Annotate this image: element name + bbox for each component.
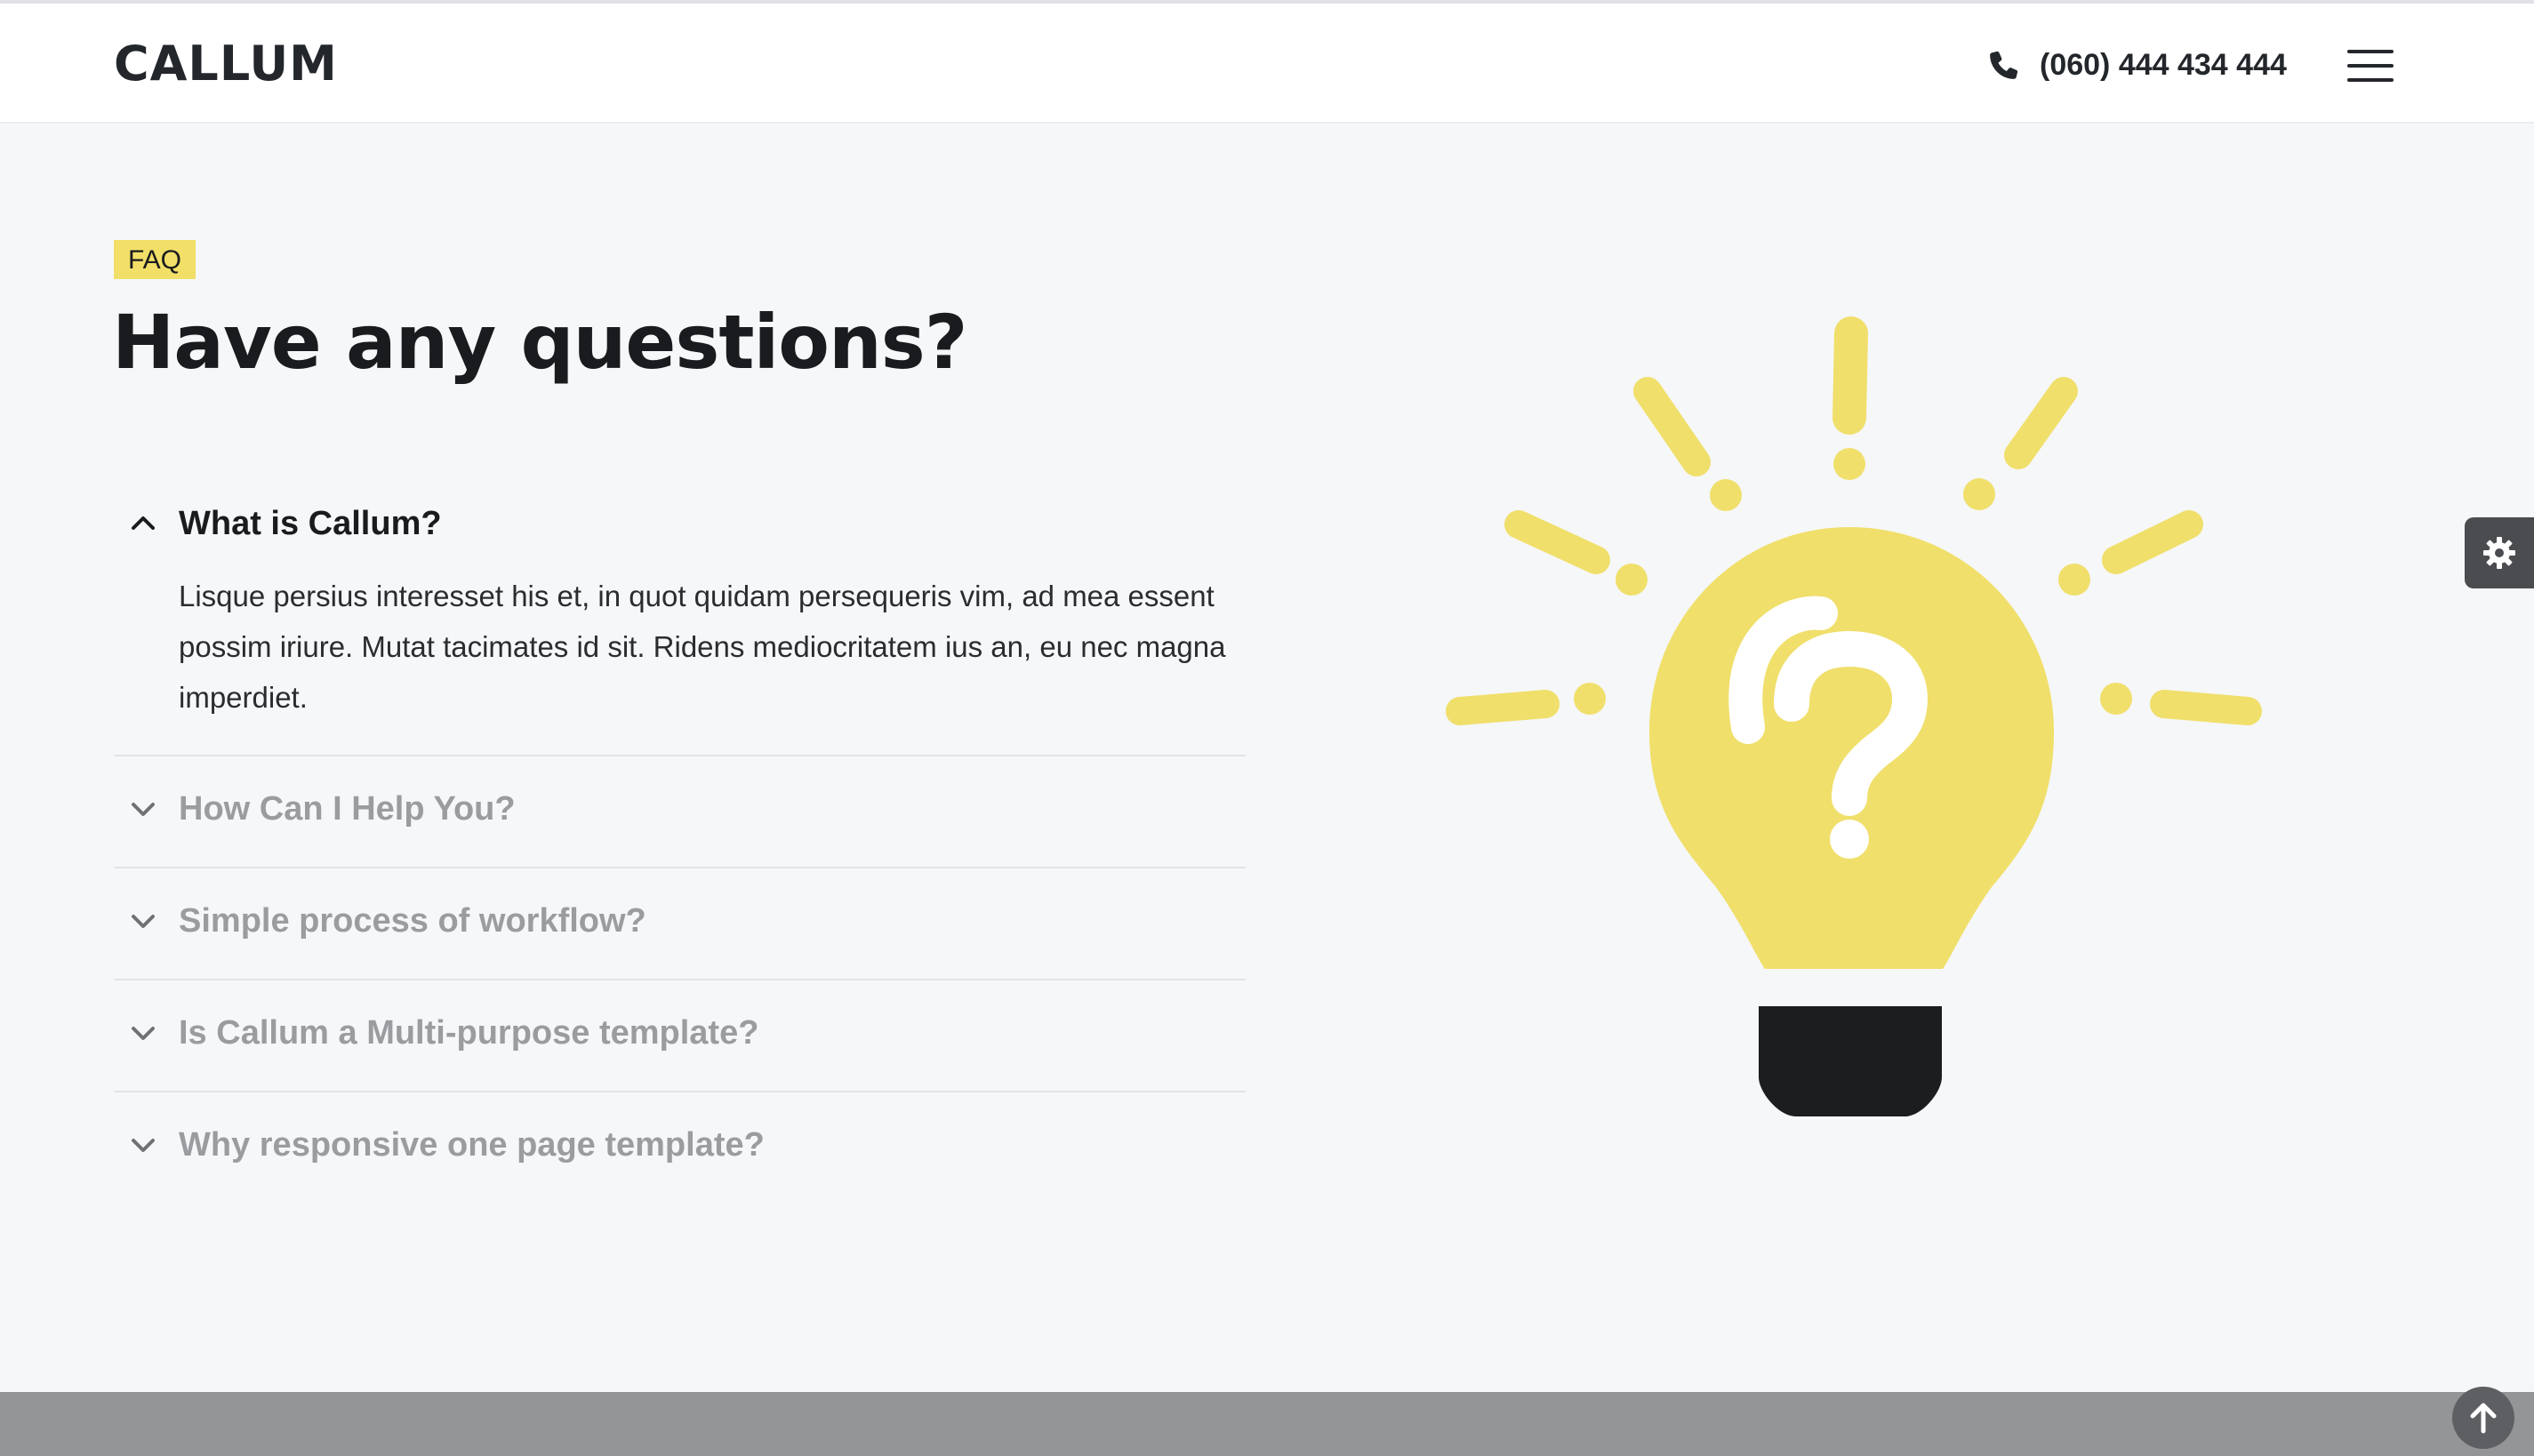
- faq-question-toggle[interactable]: Why responsive one page template?: [114, 1092, 1246, 1203]
- chevron-down-icon: [132, 1027, 155, 1040]
- chevron-down-icon: [132, 915, 155, 928]
- faq-item: Simple process of workflow?: [114, 868, 1246, 980]
- faq-question: How Can I Help You?: [179, 790, 516, 828]
- arrow-up-icon: [2470, 1403, 2497, 1434]
- faq-item: How Can I Help You?: [114, 756, 1246, 868]
- chevron-up-icon: [132, 516, 155, 530]
- faq-answer: Lisque persius interesset his et, in quo…: [179, 580, 1226, 714]
- section-title: Have any questions?: [112, 299, 968, 386]
- faq-item: Is Callum a Multi-purpose template?: [114, 980, 1246, 1092]
- hamburger-menu-icon[interactable]: [2347, 48, 2394, 84]
- settings-toggle[interactable]: [2465, 517, 2534, 588]
- faq-accordion: What is Callum? Lisque persius interesse…: [114, 480, 1246, 1203]
- phone-icon: [1990, 51, 2018, 79]
- faq-question: What is Callum?: [179, 505, 442, 542]
- faq-question-toggle[interactable]: What is Callum?: [114, 480, 1246, 571]
- footer-band: [0, 1392, 2534, 1456]
- header-phone[interactable]: (060) 444 434 444: [1986, 41, 2287, 89]
- faq-badge: FAQ: [114, 240, 196, 279]
- gear-icon: [2483, 537, 2515, 569]
- phone-number: (060) 444 434 444: [2040, 47, 2287, 82]
- faq-question: Why responsive one page template?: [179, 1126, 765, 1164]
- scroll-to-top-button[interactable]: [2452, 1387, 2514, 1449]
- faq-question-toggle[interactable]: Is Callum a Multi-purpose template?: [114, 980, 1246, 1091]
- chevron-down-icon: [132, 1139, 155, 1152]
- faq-item: What is Callum? Lisque persius interesse…: [114, 480, 1246, 756]
- lightbulb-question-icon: [1446, 316, 2262, 1116]
- chevron-down-icon: [132, 803, 155, 816]
- faq-question: Simple process of workflow?: [179, 902, 646, 940]
- faq-item: Why responsive one page template?: [114, 1092, 1246, 1203]
- faq-question-toggle[interactable]: Simple process of workflow?: [114, 868, 1246, 979]
- faq-question-toggle[interactable]: How Can I Help You?: [114, 756, 1246, 867]
- faq-question: Is Callum a Multi-purpose template?: [179, 1014, 759, 1052]
- site-header: CALLUM (060) 444 434 444: [0, 4, 2534, 124]
- site-logo[interactable]: CALLUM: [114, 36, 338, 92]
